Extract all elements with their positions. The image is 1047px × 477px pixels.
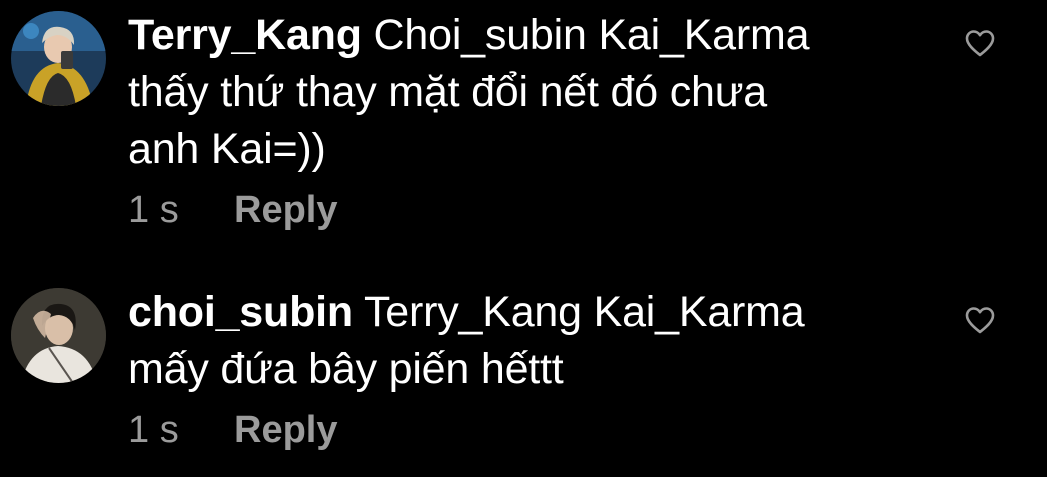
- comment-username[interactable]: Terry_Kang: [128, 11, 362, 59]
- comment-body-line: thấy thứ thay mặt đổi nết đó chưa: [128, 68, 768, 116]
- comment-body-line: mấy đứa bây piến hếttt: [128, 345, 564, 393]
- comment-username[interactable]: choi_subin: [128, 288, 353, 336]
- comment-meta: 1 s Reply: [128, 188, 337, 232]
- comment-item: choi_subin Terry_Kang Kai_Karma mấy đứa …: [0, 250, 1047, 477]
- reply-button[interactable]: Reply: [234, 189, 337, 231]
- comment-body: Terry_Kang Kai_Karma: [363, 288, 805, 336]
- comment-body-line: anh Kai=)): [128, 125, 326, 173]
- heart-outline-icon[interactable]: [964, 28, 996, 58]
- comment-meta: 1 s Reply: [128, 408, 337, 452]
- comment-body: Choi_subin Kai_Karma: [373, 11, 810, 59]
- comment-text: choi_subin Terry_Kang Kai_Karma mấy đứa …: [128, 284, 928, 398]
- comment-timestamp: 1 s: [128, 189, 179, 231]
- avatar[interactable]: [11, 11, 106, 106]
- comment-item: Terry_Kang Choi_subin Kai_Karma thấy thứ…: [0, 0, 1047, 250]
- heart-outline-icon[interactable]: [964, 305, 996, 335]
- reply-button[interactable]: Reply: [234, 409, 337, 451]
- avatar[interactable]: [11, 288, 106, 383]
- comment-text: Terry_Kang Choi_subin Kai_Karma thấy thứ…: [128, 7, 928, 178]
- comment-timestamp: 1 s: [128, 409, 179, 451]
